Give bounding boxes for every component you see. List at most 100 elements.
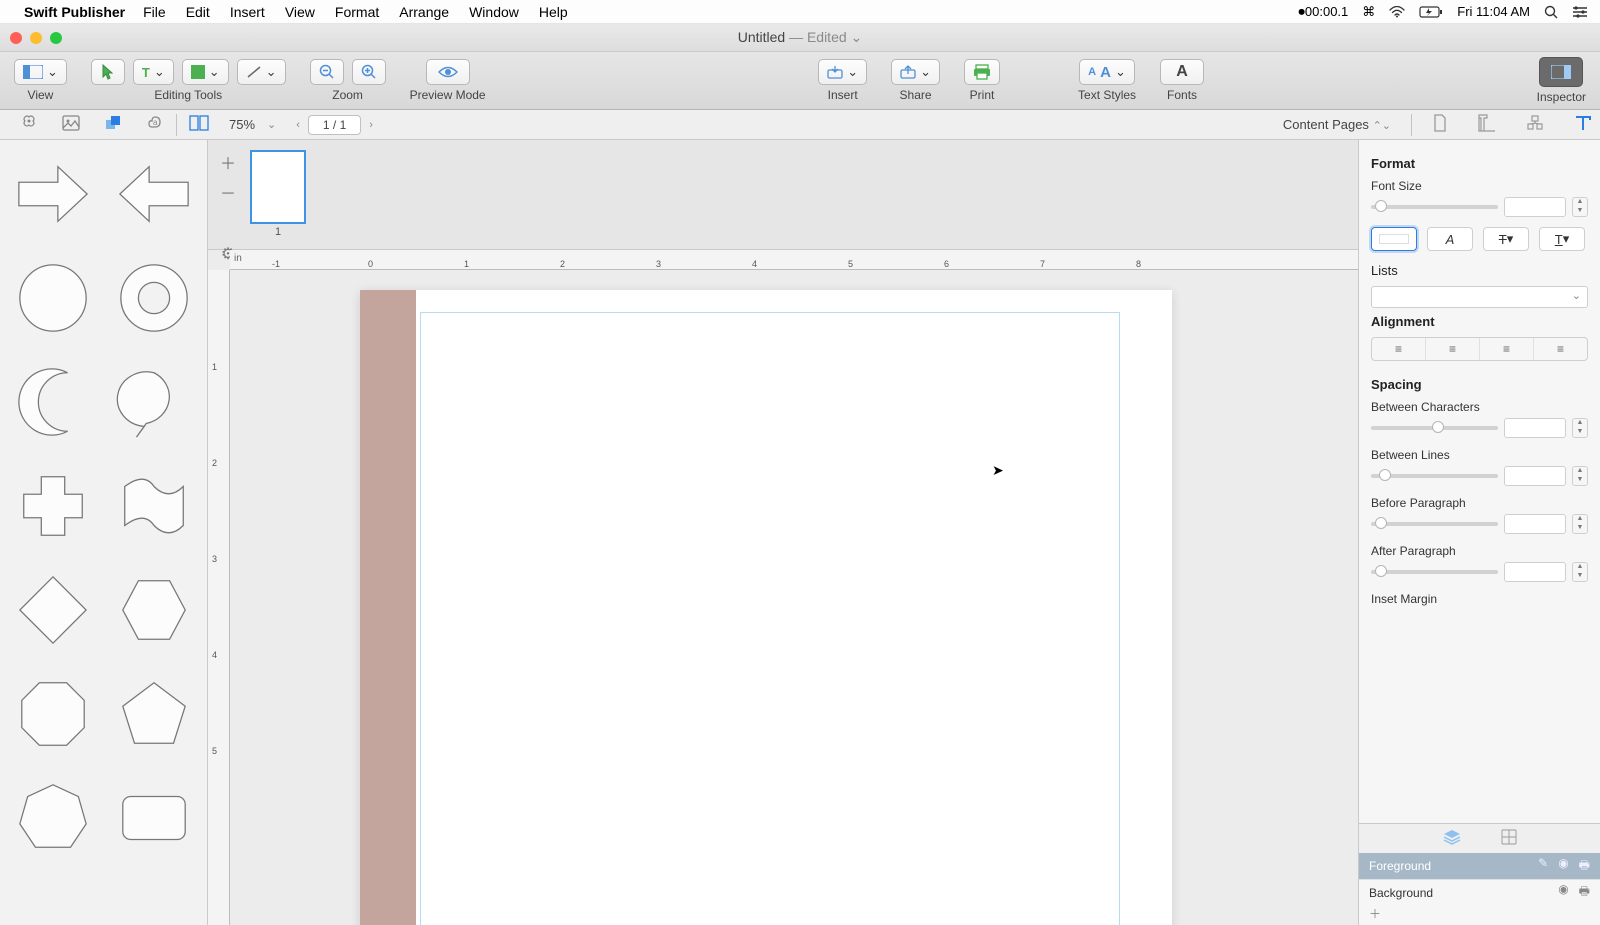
shape-hexagon[interactable]	[110, 564, 200, 656]
shape-tool-button[interactable]: ⌄	[182, 59, 229, 85]
shape-rounded-rect[interactable]	[110, 772, 200, 864]
smart-shapes-tab-icon[interactable]: a	[146, 114, 164, 135]
underline-button[interactable]: T▾	[1539, 227, 1585, 251]
page-thumbnail-1[interactable]: 1	[250, 150, 306, 238]
menu-view[interactable]: View	[285, 4, 315, 20]
canvas-background[interactable]: ➤	[230, 270, 1358, 925]
share-button[interactable]: ⌄	[891, 59, 940, 85]
menu-insert[interactable]: Insert	[230, 4, 265, 20]
before-para-field[interactable]	[1504, 514, 1566, 534]
add-page-button[interactable]: ＋	[220, 150, 236, 174]
print-button[interactable]	[964, 59, 1000, 85]
shape-speech-bubble[interactable]	[110, 356, 200, 448]
shape-circle[interactable]	[8, 252, 98, 344]
zoom-out-button[interactable]	[310, 59, 344, 85]
content-pages-dropdown[interactable]: Content Pages ⌃⌄	[1283, 117, 1391, 132]
clock[interactable]: Fri 11:04 AM	[1457, 4, 1530, 19]
layer-fg-print-icon[interactable]: 🖶	[1579, 856, 1590, 877]
view-mode-button[interactable]: ⌄	[14, 59, 67, 85]
line-spacing-field[interactable]	[1504, 466, 1566, 486]
add-layer-button[interactable]: ＋	[1369, 907, 1381, 921]
inspector-tab-text-icon[interactable]	[1574, 114, 1592, 135]
clipart-tab-icon[interactable]	[20, 114, 38, 135]
inspector-tab-appearance-icon[interactable]	[1526, 114, 1544, 135]
strikethrough-button[interactable]: T▾	[1483, 227, 1529, 251]
minimize-window-button[interactable]	[30, 32, 42, 44]
zoom-value[interactable]: 75%	[229, 117, 259, 132]
remove-page-button[interactable]: －	[220, 180, 236, 204]
after-para-slider[interactable]	[1371, 570, 1498, 574]
insert-button[interactable]: ⌄	[818, 59, 867, 85]
layer-fg-visibility-icon[interactable]: ◉	[1558, 856, 1568, 877]
inspector-tab-geometry-icon[interactable]	[1478, 114, 1496, 135]
align-right-button[interactable]: ≡	[1480, 338, 1534, 360]
font-size-stepper[interactable]: ▲▼	[1572, 197, 1588, 217]
shape-diamond[interactable]	[8, 564, 98, 656]
font-size-slider[interactable]	[1371, 205, 1498, 209]
pages-view-icon[interactable]	[189, 115, 209, 134]
layer-bg-print-icon[interactable]: 🖶	[1579, 882, 1590, 903]
battery-icon[interactable]	[1419, 6, 1443, 18]
menu-edit[interactable]: Edit	[186, 4, 210, 20]
grid-tab-icon[interactable]	[1501, 829, 1517, 848]
zoom-window-button[interactable]	[50, 32, 62, 44]
pointer-tool-button[interactable]	[91, 59, 125, 85]
menu-arrange[interactable]: Arrange	[399, 4, 449, 20]
text-styles-button[interactable]: AA⌄	[1079, 59, 1135, 85]
font-size-field[interactable]	[1504, 197, 1566, 217]
photos-tab-icon[interactable]	[62, 115, 80, 134]
next-page-button[interactable]: ›	[369, 119, 373, 131]
spotlight-icon[interactable]	[1544, 5, 1558, 19]
inspector-toggle-button[interactable]	[1539, 57, 1583, 87]
shape-octagon[interactable]	[8, 668, 98, 760]
menu-file[interactable]: File	[143, 4, 166, 20]
zoom-chevron-icon[interactable]: ⌄	[267, 118, 276, 131]
italic-button[interactable]: A	[1427, 227, 1473, 251]
shapes-tab-icon[interactable]	[104, 114, 122, 135]
wifi-icon[interactable]	[1389, 6, 1405, 18]
layers-tab-icon[interactable]	[1443, 829, 1461, 848]
layer-fg-edit-icon[interactable]: ✎	[1538, 856, 1548, 877]
align-left-button[interactable]: ≡	[1372, 338, 1426, 360]
prev-page-button[interactable]: ‹	[296, 119, 300, 131]
shape-flag[interactable]	[110, 460, 200, 552]
menu-help[interactable]: Help	[539, 4, 568, 20]
menu-format[interactable]: Format	[335, 4, 379, 20]
shape-donut[interactable]	[110, 252, 200, 344]
before-para-stepper[interactable]: ▲▼	[1572, 514, 1588, 534]
text-tool-button[interactable]: T⌄	[133, 59, 174, 85]
shape-pentagon[interactable]	[110, 668, 200, 760]
align-justify-button[interactable]: ≡	[1534, 338, 1587, 360]
lists-dropdown[interactable]	[1371, 286, 1588, 308]
shape-heptagon[interactable]	[8, 772, 98, 864]
control-center-icon[interactable]	[1572, 6, 1588, 18]
layer-row-background[interactable]: Background ◉ 🖶	[1359, 879, 1600, 905]
line-tool-button[interactable]: ⌄	[237, 59, 286, 85]
zoom-in-button[interactable]	[352, 59, 386, 85]
fonts-button[interactable]: A	[1160, 59, 1204, 85]
inspector-tab-document-icon[interactable]	[1432, 114, 1448, 135]
page-indicator[interactable]: 1 / 1	[308, 115, 361, 135]
char-spacing-slider[interactable]	[1371, 426, 1498, 430]
shape-crescent[interactable]	[8, 356, 98, 448]
close-window-button[interactable]	[10, 32, 22, 44]
preview-mode-button[interactable]	[426, 59, 470, 85]
shape-cross[interactable]	[8, 460, 98, 552]
char-spacing-stepper[interactable]: ▲▼	[1572, 418, 1588, 438]
shape-arrow-left[interactable]	[110, 148, 200, 240]
window-edited-indicator[interactable]: — Edited ⌄	[789, 29, 862, 45]
after-para-field[interactable]	[1504, 562, 1566, 582]
menu-window[interactable]: Window	[469, 4, 519, 20]
char-spacing-field[interactable]	[1504, 418, 1566, 438]
menu-extra-icon[interactable]: ⌘	[1362, 4, 1375, 20]
app-name-menu[interactable]: Swift Publisher	[24, 4, 125, 20]
alignment-segmented[interactable]: ≡ ≡ ≡ ≡	[1371, 337, 1588, 361]
line-spacing-slider[interactable]	[1371, 474, 1498, 478]
align-center-button[interactable]: ≡	[1426, 338, 1480, 360]
font-color-well[interactable]	[1371, 227, 1417, 251]
before-para-slider[interactable]	[1371, 522, 1498, 526]
layer-row-foreground[interactable]: Foreground ✎ ◉ 🖶	[1359, 853, 1600, 879]
line-spacing-stepper[interactable]: ▲▼	[1572, 466, 1588, 486]
after-para-stepper[interactable]: ▲▼	[1572, 562, 1588, 582]
layer-bg-visibility-icon[interactable]: ◉	[1558, 882, 1568, 903]
